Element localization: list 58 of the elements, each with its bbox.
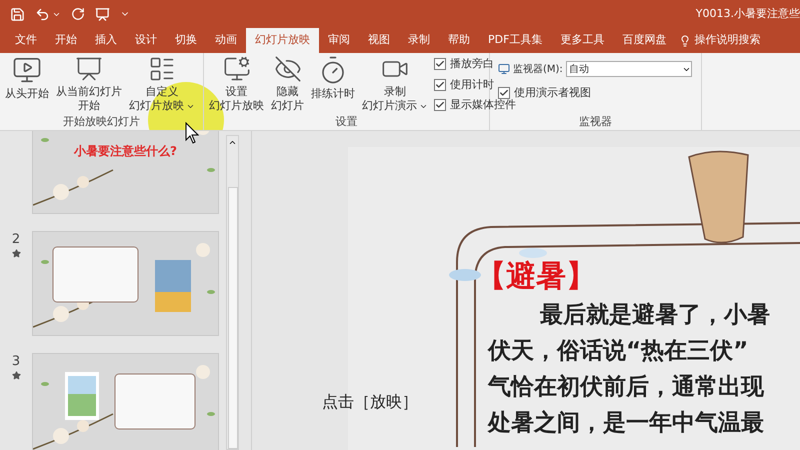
ribbon-tab[interactable]: 插入	[86, 28, 126, 53]
checkbox-label: 显示媒体控件	[450, 98, 516, 113]
ribbon-tab[interactable]: 录制	[399, 28, 439, 53]
ribbon-tab[interactable]: 设计	[126, 28, 166, 53]
window-title: Y0013.小暑要注意些	[696, 6, 800, 22]
ribbon-tab[interactable]: 幻灯片放映	[246, 28, 319, 53]
ribbon-button[interactable]: 从头开始	[2, 53, 52, 113]
scroll-thumb[interactable]	[228, 187, 238, 449]
checkbox-label: 使用计时	[450, 76, 494, 92]
slide-text-line: 气恰在初伏前后，通常出现	[488, 373, 765, 402]
ribbon-button[interactable]: 从当前幻灯片 开始	[53, 53, 125, 113]
slide-text-line: 最后就是避暑了，小暑	[539, 301, 771, 330]
ribbon-tab[interactable]: 帮助	[439, 28, 479, 53]
checkbox[interactable]	[434, 78, 446, 91]
monitor-select[interactable]: 自动	[566, 61, 692, 77]
ribbon-tab[interactable]: 审阅	[319, 28, 359, 53]
group-label: 设置	[334, 114, 358, 130]
ribbon-button[interactable]: 设置 幻灯片放映	[206, 53, 267, 113]
monitor-play-icon	[12, 55, 42, 85]
checkbox[interactable]	[434, 99, 446, 112]
monitor-gear-icon	[222, 55, 252, 83]
search-field[interactable]: 操作说明搜索	[675, 28, 764, 53]
monitor-label: 监视器(M):	[513, 62, 563, 76]
scrollbar[interactable]	[226, 135, 239, 450]
monitor-icon	[498, 63, 510, 75]
save-icon[interactable]	[10, 6, 25, 22]
presentation-icon	[74, 55, 104, 83]
group-label: 监视器	[578, 114, 613, 130]
scroll-up-icon[interactable]	[228, 138, 237, 147]
group-label: 开始放映幻灯片	[62, 114, 141, 130]
slide-heading: 【避暑】	[476, 258, 597, 296]
lightbulb-icon	[679, 34, 692, 46]
ribbon-button[interactable]: 录制 幻灯片演示	[359, 53, 431, 113]
caption: 点击［放映］	[322, 391, 418, 413]
checkbox-label: 播放旁白	[450, 56, 494, 72]
checkbox-label: 使用演示者视图	[514, 85, 591, 99]
slide-thumbnail[interactable]: 小暑要注意些什么?	[32, 131, 219, 214]
presentation-icon[interactable]	[95, 6, 110, 22]
slide-text-line: 处暑之间，是一年中气温最	[488, 409, 765, 438]
ribbon-tab[interactable]: 文件	[6, 28, 46, 53]
slide-text-line: 伏天，俗话说“热在三伏”	[488, 337, 750, 366]
ribbon-button[interactable]: 隐藏 幻灯片	[268, 53, 307, 113]
ribbon-tab[interactable]: PDF工具集	[479, 28, 552, 53]
eye-off-icon	[272, 55, 302, 83]
ribbon-tab[interactable]: 百度网盘	[613, 28, 676, 53]
slide-number: 3	[12, 355, 20, 369]
slide-title: 小暑要注意些什么?	[74, 143, 177, 160]
undo-icon[interactable]	[35, 6, 50, 22]
ribbon-tab[interactable]: 动画	[206, 28, 246, 53]
ribbon-tab[interactable]: 切换	[166, 28, 206, 53]
checkbox[interactable]	[434, 58, 446, 70]
slide-number: 2	[12, 233, 20, 247]
ribbon-tab[interactable]: 开始	[46, 28, 86, 53]
ribbon-tab[interactable]: 视图	[359, 28, 399, 53]
ribbon-tab[interactable]: 更多工具	[551, 28, 614, 53]
redo-icon[interactable]	[71, 7, 85, 21]
ribbon-button[interactable]: 排练计时	[308, 53, 358, 113]
checkbox[interactable]	[498, 87, 510, 100]
